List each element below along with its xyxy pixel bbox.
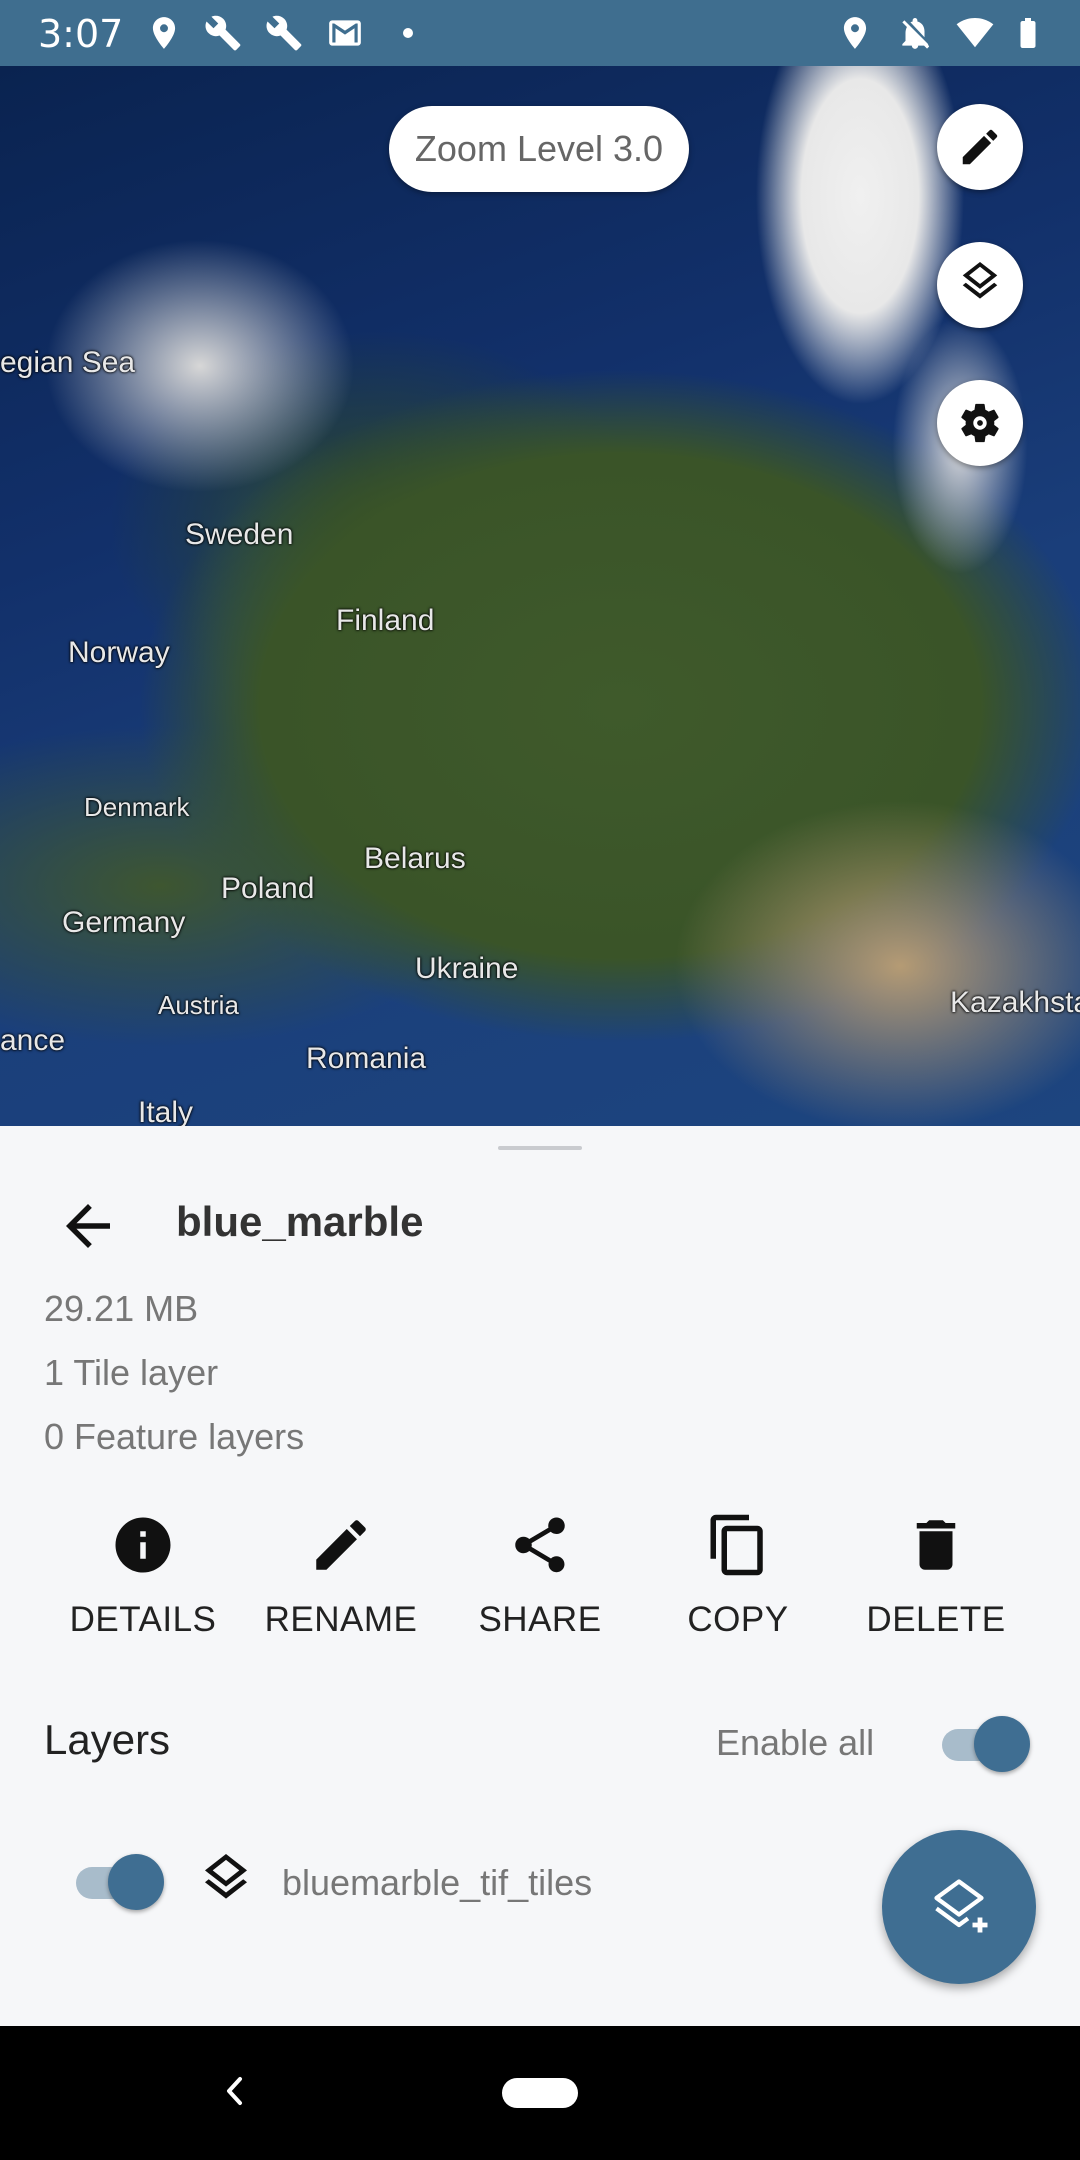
map-label: Kazakhsta: [950, 986, 1080, 1019]
enable-all-switch[interactable]: [938, 1716, 1030, 1772]
map-label: Belarus: [364, 842, 466, 875]
map-label: Germany: [62, 906, 186, 939]
nav-home-button[interactable]: [502, 2078, 578, 2108]
map-view[interactable]: egian Sea Sweden Finland Norway Denmark …: [0, 66, 1080, 1126]
map-label: egian Sea: [0, 346, 136, 379]
rename-label: RENAME: [264, 1600, 418, 1639]
status-time: 3:07: [38, 12, 124, 56]
copy-icon: [705, 1512, 771, 1578]
map-label: Finland: [336, 604, 435, 637]
add-layer-button[interactable]: [882, 1830, 1036, 1984]
share-icon: [507, 1512, 573, 1578]
layers-heading: Layers: [44, 1716, 171, 1763]
layer-row[interactable]: bluemarble_tif_tiles: [0, 1826, 900, 1936]
rename-button[interactable]: RENAME: [251, 1506, 431, 1656]
map-label: ance: [0, 1024, 66, 1057]
tile-layer-icon: [198, 1854, 254, 1910]
layer-name: bluemarble_tif_tiles: [282, 1862, 593, 1903]
arrow-back-icon: [66, 1204, 110, 1248]
edit-icon: [308, 1512, 374, 1578]
sheet-drag-handle[interactable]: [498, 1146, 582, 1150]
file-size: 29.21 MB: [44, 1288, 199, 1329]
map-label: Austria: [158, 990, 239, 1020]
share-button[interactable]: SHARE: [450, 1506, 630, 1656]
status-bar: 3:07: [0, 0, 1080, 66]
map-label: Italy: [138, 1096, 194, 1126]
map-label: Romania: [306, 1042, 427, 1075]
share-label: SHARE: [478, 1600, 602, 1639]
edit-icon: [962, 129, 998, 165]
switch-thumb: [974, 1716, 1030, 1772]
enable-all-label: Enable all: [716, 1722, 875, 1763]
info-icon: [110, 1512, 176, 1578]
action-bar: DETAILS RENAME SHARE COPY DELETE: [0, 1506, 1080, 1656]
map-layers-button[interactable]: [937, 242, 1023, 328]
nav-back-icon[interactable]: [220, 2071, 250, 2111]
map-settings-button[interactable]: [937, 380, 1023, 466]
map-label: Poland: [221, 872, 315, 905]
details-label: DETAILS: [69, 1600, 217, 1639]
layers-icon: [962, 262, 998, 299]
switch-thumb: [108, 1854, 164, 1910]
wrench-icon: [265, 14, 303, 52]
gmail-icon: [326, 14, 364, 52]
map-label: Sweden: [185, 518, 294, 551]
delete-button[interactable]: DELETE: [846, 1506, 1026, 1656]
battery-icon: [1010, 14, 1046, 52]
location-icon: [836, 14, 874, 52]
feature-layer-count: 0 Feature layers: [44, 1416, 305, 1457]
settings-icon: [961, 403, 999, 443]
geopackage-title: blue_marble: [176, 1198, 424, 1245]
layer-toggle-switch[interactable]: [72, 1854, 164, 1910]
details-button[interactable]: DETAILS: [53, 1506, 233, 1656]
tile-layer-count: 1 Tile layer: [44, 1352, 219, 1393]
edit-map-button[interactable]: [937, 104, 1023, 190]
back-button[interactable]: [50, 1188, 126, 1264]
wifi-icon: [956, 14, 994, 52]
add-layer-icon: [934, 1879, 988, 1933]
dot-icon: [398, 14, 418, 52]
notifications-off-icon: [896, 14, 934, 52]
map-label: Norway: [68, 636, 170, 669]
delete-label: DELETE: [866, 1600, 1006, 1639]
system-nav-bar: [0, 2026, 1080, 2160]
map-label: Denmark: [84, 792, 190, 822]
trash-icon: [903, 1512, 969, 1578]
zoom-level-indicator: Zoom Level 3.0: [389, 106, 689, 192]
copy-button[interactable]: COPY: [648, 1506, 828, 1656]
location-icon: [145, 14, 183, 52]
wrench-icon: [204, 14, 242, 52]
map-label: Ukraine: [415, 952, 519, 985]
copy-label: COPY: [687, 1600, 789, 1639]
